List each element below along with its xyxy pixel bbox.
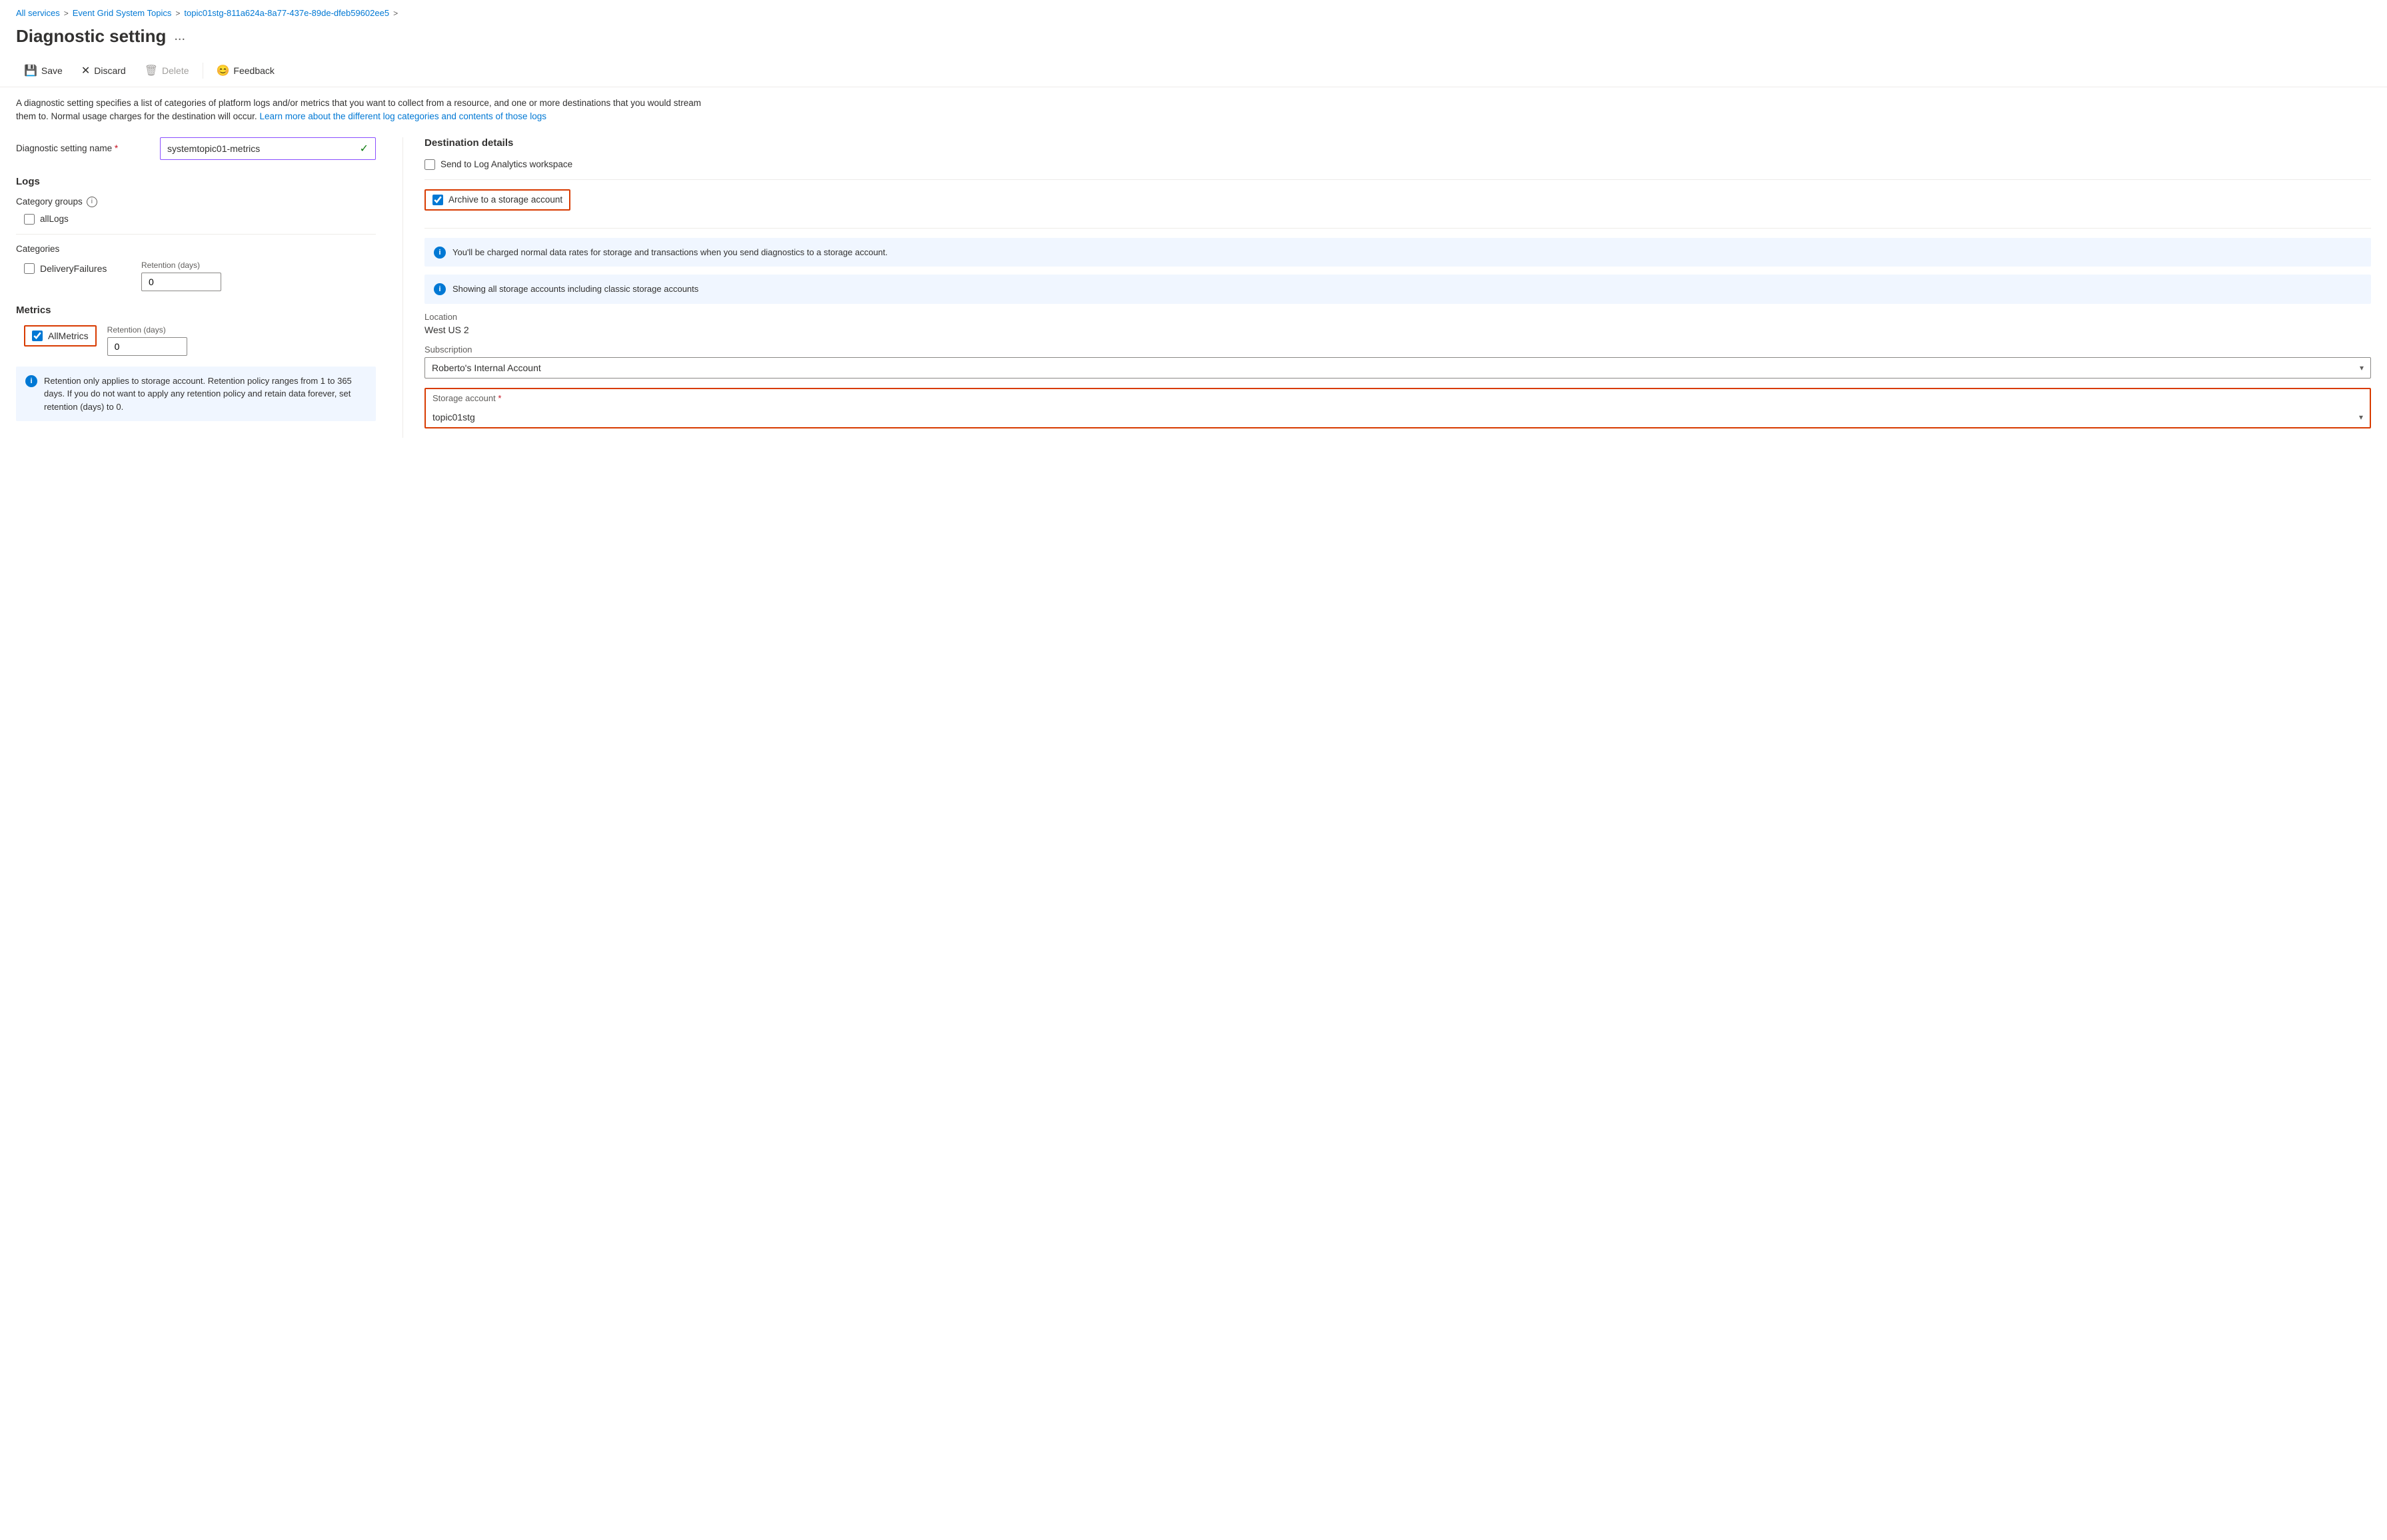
save-icon: 💾	[24, 64, 37, 77]
log-analytics-label[interactable]: Send to Log Analytics workspace	[440, 159, 572, 169]
breadcrumb-all-services[interactable]: All services	[16, 8, 60, 18]
categories-section: Categories DeliveryFailures Retention (d…	[16, 244, 376, 291]
feedback-icon: 😊	[217, 64, 230, 77]
right-panel: Destination details Send to Log Analytic…	[402, 137, 2371, 438]
subscription-dropdown[interactable]: Roberto's Internal Account ▾	[424, 357, 2371, 379]
save-button[interactable]: 💾 Save	[16, 60, 71, 81]
retention-info-icon: i	[25, 375, 37, 387]
archive-storage-row: Archive to a storage account	[424, 189, 570, 211]
breadcrumb-topic[interactable]: topic01stg-811a624a-8a77-437e-89de-dfeb5…	[184, 8, 389, 18]
storage-account-label: Storage account *	[432, 393, 2363, 403]
location-value: West US 2	[424, 325, 2371, 335]
subscription-value: Roberto's Internal Account	[432, 363, 541, 373]
log-analytics-row: Send to Log Analytics workspace	[424, 159, 2371, 170]
location-label: Location	[424, 312, 2371, 322]
all-metrics-checkbox[interactable]	[32, 331, 43, 341]
metrics-section-title: Metrics	[16, 305, 376, 316]
all-metrics-retention: Retention (days)	[107, 325, 187, 356]
all-logs-checkbox[interactable]	[24, 214, 35, 225]
left-panel: Diagnostic setting name * ✓ Logs Categor…	[16, 137, 402, 438]
archive-row-wrapper: Archive to a storage account	[424, 189, 2371, 219]
category-groups-info-icon[interactable]: i	[87, 197, 97, 207]
logs-section: Logs Category groups i allLogs Categorie…	[16, 176, 376, 291]
delivery-retention-label: Retention (days)	[141, 261, 221, 270]
storage-required-star: *	[498, 393, 501, 403]
all-metrics-row: AllMetrics Retention (days)	[16, 325, 376, 356]
storage-account-value: topic01stg	[432, 412, 475, 422]
page-title: Diagnostic setting	[16, 26, 166, 47]
main-content: Diagnostic setting name * ✓ Logs Categor…	[0, 124, 2387, 451]
dest-divider-1	[424, 179, 2371, 180]
archive-info-box-2: i Showing all storage accounts including…	[424, 275, 2371, 304]
subscription-field-group: Subscription Roberto's Internal Account …	[424, 345, 2371, 379]
metrics-retention-input[interactable]	[107, 337, 187, 356]
delivery-failures-label[interactable]: DeliveryFailures	[40, 263, 107, 274]
all-metrics-checkbox-border: AllMetrics	[24, 325, 97, 347]
all-logs-row: allLogs	[16, 214, 376, 225]
diagnostic-name-label: Diagnostic setting name *	[16, 143, 149, 153]
diagnostic-name-row: Diagnostic setting name * ✓	[16, 137, 376, 160]
all-logs-label[interactable]: allLogs	[40, 214, 69, 224]
archive-info-text-1: You'll be charged normal data rates for …	[452, 246, 888, 259]
archive-label[interactable]: Archive to a storage account	[448, 195, 562, 205]
breadcrumb: All services > Event Grid System Topics …	[0, 0, 2387, 23]
discard-label: Discard	[94, 65, 125, 76]
category-groups-label: Category groups i	[16, 197, 376, 207]
archive-checkbox[interactable]	[432, 195, 443, 205]
storage-account-chevron-icon: ▾	[2359, 412, 2363, 422]
toolbar: 💾 Save ✕ Discard 🗑 Delete 😊 Feedback	[0, 55, 2387, 87]
logs-section-title: Logs	[16, 176, 376, 187]
title-ellipsis-button[interactable]: ...	[174, 29, 185, 44]
delivery-failures-retention: Retention (days)	[141, 261, 221, 291]
required-star: *	[115, 143, 118, 153]
feedback-label: Feedback	[233, 65, 274, 76]
subscription-chevron-icon: ▾	[2360, 363, 2364, 373]
archive-info-text-2: Showing all storage accounts including c…	[452, 283, 698, 296]
retention-info-text: Retention only applies to storage accoun…	[44, 375, 367, 414]
delivery-failures-check-label: DeliveryFailures	[24, 261, 131, 274]
category-groups: Category groups i allLogs	[16, 197, 376, 225]
learn-more-link[interactable]: Learn more about the different log categ…	[259, 111, 546, 121]
description: A diagnostic setting specifies a list of…	[0, 87, 733, 124]
page-title-area: Diagnostic setting ...	[0, 23, 2387, 55]
retention-info-box: i Retention only applies to storage acco…	[16, 367, 376, 422]
storage-account-dropdown[interactable]: topic01stg ▾	[426, 407, 2370, 427]
archive-info-icon-1: i	[434, 247, 446, 259]
valid-checkmark-icon: ✓	[360, 142, 369, 155]
dest-divider-2	[424, 228, 2371, 229]
diagnostic-name-field[interactable]	[167, 143, 360, 154]
breadcrumb-event-grid[interactable]: Event Grid System Topics	[73, 8, 172, 18]
categories-label: Categories	[16, 244, 376, 254]
discard-icon: ✕	[81, 64, 90, 77]
breadcrumb-sep-1: >	[64, 9, 69, 18]
subscription-label: Subscription	[424, 345, 2371, 355]
delete-label: Delete	[162, 65, 189, 76]
delivery-failures-checkbox[interactable]	[24, 263, 35, 274]
delivery-failures-row: DeliveryFailures Retention (days)	[16, 261, 376, 291]
diagnostic-name-input-wrapper: ✓	[160, 137, 376, 160]
save-label: Save	[41, 65, 63, 76]
archive-info-box-1: i You'll be charged normal data rates fo…	[424, 238, 2371, 267]
all-metrics-label[interactable]: AllMetrics	[48, 331, 89, 341]
breadcrumb-sep-2: >	[175, 9, 180, 18]
archive-info-icon-2: i	[434, 283, 446, 295]
delete-icon: 🗑	[145, 64, 158, 77]
breadcrumb-sep-3: >	[393, 9, 398, 18]
delivery-retention-input[interactable]	[141, 273, 221, 291]
metrics-section: Metrics AllMetrics Retention (days)	[16, 305, 376, 356]
delete-button[interactable]: 🗑 Delete	[137, 60, 197, 81]
discard-button[interactable]: ✕ Discard	[73, 60, 134, 81]
location-field-group: Location West US 2	[424, 312, 2371, 335]
storage-account-field-group: Storage account * topic01stg ▾	[424, 388, 2371, 428]
destination-title: Destination details	[424, 137, 2371, 149]
feedback-button[interactable]: 😊 Feedback	[209, 60, 283, 81]
logs-divider	[16, 234, 376, 235]
log-analytics-checkbox[interactable]	[424, 159, 435, 170]
metrics-retention-label: Retention (days)	[107, 325, 187, 335]
